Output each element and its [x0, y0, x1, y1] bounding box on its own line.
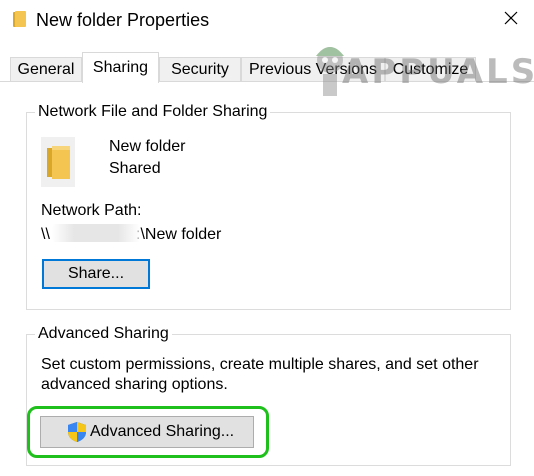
- redacted-path-segment: [52, 224, 140, 242]
- share-button[interactable]: Share...: [42, 259, 150, 289]
- advanced-sharing-description-1: Set custom permissions, create multiple …: [41, 356, 479, 373]
- tab-security[interactable]: Security: [159, 57, 241, 82]
- tab-sharing[interactable]: Sharing: [82, 52, 159, 83]
- folder-icon: [41, 137, 75, 187]
- network-path-suffix: :\New folder: [136, 226, 222, 243]
- network-path-label: Network Path:: [41, 202, 142, 219]
- tab-customize[interactable]: Customize: [385, 57, 476, 82]
- advanced-sharing-button[interactable]: Advanced Sharing...: [40, 416, 254, 448]
- network-sharing-group: Network File and Folder Sharing New fold…: [26, 102, 511, 310]
- window-title: New folder Properties: [36, 10, 210, 30]
- advanced-sharing-title: Advanced Sharing: [35, 324, 172, 344]
- uac-shield-icon: [65, 420, 89, 444]
- sharing-tab-panel: Network File and Folder Sharing New fold…: [0, 82, 534, 476]
- network-path-prefix: \\: [41, 226, 50, 243]
- tab-previous-versions[interactable]: Previous Versions: [241, 57, 385, 82]
- folder-status: Shared: [109, 160, 161, 177]
- advanced-sharing-button-label: Advanced Sharing...: [90, 423, 235, 440]
- network-sharing-title: Network File and Folder Sharing: [35, 102, 271, 122]
- advanced-sharing-description-2: advanced sharing options.: [41, 376, 228, 393]
- close-button[interactable]: [488, 0, 534, 40]
- folder-icon: [12, 10, 28, 28]
- title-bar: New folder Properties: [0, 0, 534, 40]
- tab-general[interactable]: General: [10, 57, 82, 82]
- close-icon: [504, 11, 518, 30]
- folder-name: New folder: [109, 138, 186, 155]
- tab-strip: General Sharing Security Previous Versio…: [10, 52, 534, 83]
